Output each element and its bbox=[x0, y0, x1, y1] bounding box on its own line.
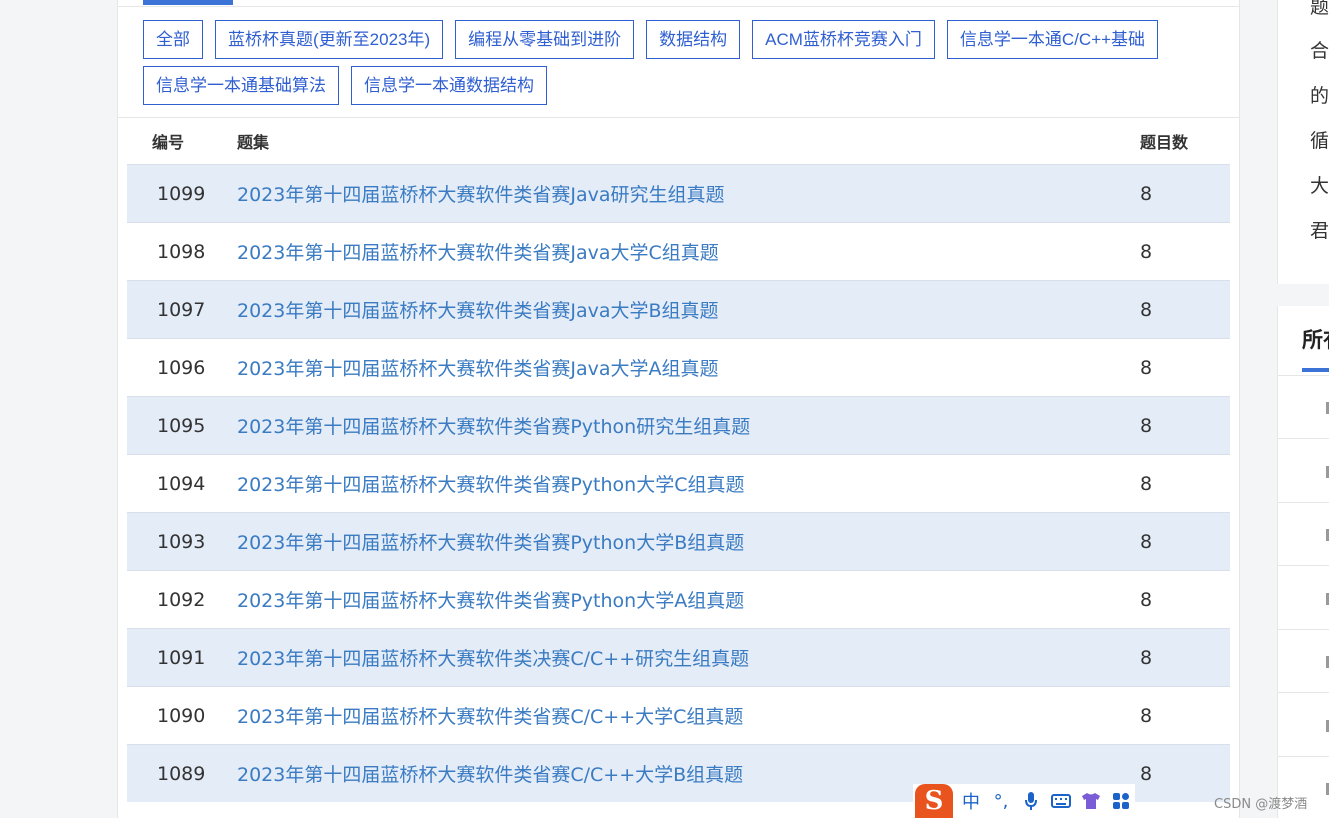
problem-set-table: 编号 题集 题目数 1099 2023年第十四届蓝桥杯大赛软件类省赛Java研究… bbox=[127, 118, 1230, 802]
active-tab-indicator bbox=[143, 0, 233, 5]
table-row: 1095 2023年第十四届蓝桥杯大赛软件类省赛Python研究生组真题 8 bbox=[127, 396, 1230, 454]
header-id: 编号 bbox=[152, 133, 185, 152]
row-id: 1097 bbox=[157, 298, 206, 321]
row-title-link[interactable]: 2023年第十四届蓝桥杯大赛软件类省赛Java大学A组真题 bbox=[237, 354, 1140, 381]
category-divider bbox=[1278, 438, 1329, 439]
row-count: 8 bbox=[1140, 472, 1153, 495]
header-count: 题目数 bbox=[1140, 133, 1189, 152]
row-id: 1099 bbox=[157, 182, 206, 205]
table-row: 1099 2023年第十四届蓝桥杯大赛软件类省赛Java研究生组真题 8 bbox=[127, 164, 1230, 222]
filter-lanqiao-real[interactable]: 蓝桥杯真题(更新至2023年) bbox=[215, 20, 444, 59]
row-count: 8 bbox=[1140, 240, 1153, 263]
row-title-link[interactable]: 2023年第十四届蓝桥杯大赛软件类省赛Python研究生组真题 bbox=[237, 412, 1140, 439]
row-count: 8 bbox=[1140, 530, 1153, 553]
ime-toolbar: S 中 °, bbox=[913, 784, 1135, 818]
right-panel-intro: 题 合 的 循 大 君 bbox=[1277, 0, 1329, 284]
header-name: 题集 bbox=[237, 133, 270, 152]
table-row: 1090 2023年第十四届蓝桥杯大赛软件类省赛C/C++大学C组真题 8 bbox=[127, 686, 1230, 744]
row-title-link[interactable]: 2023年第十四届蓝桥杯大赛软件类省赛C/C++大学B组真题 bbox=[237, 760, 1140, 787]
problem-set-card: 全部 蓝桥杯真题(更新至2023年) 编程从零基础到进阶 数据结构 ACM蓝桥杯… bbox=[117, 0, 1240, 818]
keyboard-icon[interactable] bbox=[1049, 793, 1073, 809]
filter-acm-intro[interactable]: ACM蓝桥杯竞赛入门 bbox=[752, 20, 935, 59]
row-id: 1094 bbox=[157, 472, 206, 495]
intro-text-char: 的 bbox=[1310, 85, 1329, 107]
intro-text-char: 君 bbox=[1310, 220, 1329, 242]
table-row: 1097 2023年第十四届蓝桥杯大赛软件类省赛Java大学B组真题 8 bbox=[127, 280, 1230, 338]
table-header: 编号 题集 题目数 bbox=[127, 118, 1230, 164]
filter-data-structures[interactable]: 数据结构 bbox=[646, 20, 741, 59]
filter-ybt-data-structures[interactable]: 信息学一本通数据结构 bbox=[351, 66, 547, 105]
row-title-link[interactable]: 2023年第十四届蓝桥杯大赛软件类省赛Python大学A组真题 bbox=[237, 586, 1140, 613]
row-id: 1098 bbox=[157, 240, 206, 263]
filter-ybt-cpp-basics[interactable]: 信息学一本通C/C++基础 bbox=[946, 20, 1159, 59]
category-divider bbox=[1278, 375, 1329, 376]
filter-ybt-algorithms[interactable]: 信息学一本通基础算法 bbox=[143, 66, 339, 105]
category-divider bbox=[1278, 565, 1329, 566]
toolbox-grid-icon[interactable] bbox=[1109, 792, 1133, 810]
row-count: 8 bbox=[1140, 298, 1153, 321]
row-count: 8 bbox=[1140, 182, 1153, 205]
table-row: 1092 2023年第十四届蓝桥杯大赛软件类省赛Python大学A组真题 8 bbox=[127, 570, 1230, 628]
tab-divider bbox=[118, 6, 1239, 7]
intro-text-char: 大 bbox=[1310, 175, 1329, 197]
row-title-link[interactable]: 2023年第十四届蓝桥杯大赛软件类省赛Java大学B组真题 bbox=[237, 296, 1140, 323]
ime-punctuation-toggle[interactable]: °, bbox=[989, 791, 1013, 812]
table-row: 1093 2023年第十四届蓝桥杯大赛软件类省赛Python大学B组真题 8 bbox=[127, 512, 1230, 570]
row-id: 1090 bbox=[157, 704, 206, 727]
page: 全部 蓝桥杯真题(更新至2023年) 编程从零基础到进阶 数据结构 ACM蓝桥杯… bbox=[0, 0, 1329, 818]
skin-shirt-icon[interactable] bbox=[1079, 792, 1103, 810]
filter-programming-basics[interactable]: 编程从零基础到进阶 bbox=[455, 20, 635, 59]
table-row: 1091 2023年第十四届蓝桥杯大赛软件类决赛C/C++研究生组真题 8 bbox=[127, 628, 1230, 686]
row-count: 8 bbox=[1140, 414, 1153, 437]
row-count: 8 bbox=[1140, 356, 1153, 379]
row-id: 1096 bbox=[157, 356, 206, 379]
row-title-link[interactable]: 2023年第十四届蓝桥杯大赛软件类省赛Java大学C组真题 bbox=[237, 238, 1140, 265]
table-row: 1098 2023年第十四届蓝桥杯大赛软件类省赛Java大学C组真题 8 bbox=[127, 222, 1230, 280]
row-title-link[interactable]: 2023年第十四届蓝桥杯大赛软件类省赛Java研究生组真题 bbox=[237, 180, 1140, 207]
table-row: 1096 2023年第十四届蓝桥杯大赛软件类省赛Java大学A组真题 8 bbox=[127, 338, 1230, 396]
categories-title: 所有 bbox=[1302, 328, 1329, 352]
intro-text-char: 合 bbox=[1310, 40, 1329, 62]
table-row: 1094 2023年第十四届蓝桥杯大赛软件类省赛Python大学C组真题 8 bbox=[127, 454, 1230, 512]
row-title-link[interactable]: 2023年第十四届蓝桥杯大赛软件类决赛C/C++研究生组真题 bbox=[237, 644, 1140, 671]
ime-mode-toggle[interactable]: 中 bbox=[959, 788, 983, 814]
csdn-watermark: CSDN @渡梦酒 bbox=[1214, 797, 1308, 812]
row-id: 1095 bbox=[157, 414, 206, 437]
category-divider bbox=[1278, 756, 1329, 757]
category-divider bbox=[1278, 502, 1329, 503]
row-id: 1089 bbox=[157, 762, 206, 785]
sogou-logo-icon[interactable]: S bbox=[915, 784, 953, 818]
row-title-link[interactable]: 2023年第十四届蓝桥杯大赛软件类省赛Python大学C组真题 bbox=[237, 470, 1140, 497]
row-count: 8 bbox=[1140, 704, 1153, 727]
row-id: 1092 bbox=[157, 588, 206, 611]
category-filters: 全部 蓝桥杯真题(更新至2023年) 编程从零基础到进阶 数据结构 ACM蓝桥杯… bbox=[143, 20, 1203, 105]
filter-all[interactable]: 全部 bbox=[143, 20, 203, 59]
row-title-link[interactable]: 2023年第十四届蓝桥杯大赛软件类省赛Python大学B组真题 bbox=[237, 528, 1140, 555]
right-panel-categories: 所有 bbox=[1277, 306, 1329, 818]
categories-title-underline bbox=[1302, 368, 1329, 372]
row-id: 1093 bbox=[157, 530, 206, 553]
row-count: 8 bbox=[1140, 646, 1153, 669]
intro-text-char: 题 bbox=[1310, 0, 1329, 18]
row-title-link[interactable]: 2023年第十四届蓝桥杯大赛软件类省赛C/C++大学C组真题 bbox=[237, 702, 1140, 729]
intro-text-char: 循 bbox=[1310, 130, 1329, 152]
microphone-icon[interactable] bbox=[1019, 791, 1043, 811]
row-id: 1091 bbox=[157, 646, 206, 669]
row-count: 8 bbox=[1140, 762, 1153, 785]
row-count: 8 bbox=[1140, 588, 1153, 611]
category-divider bbox=[1278, 629, 1329, 630]
category-divider bbox=[1278, 692, 1329, 693]
